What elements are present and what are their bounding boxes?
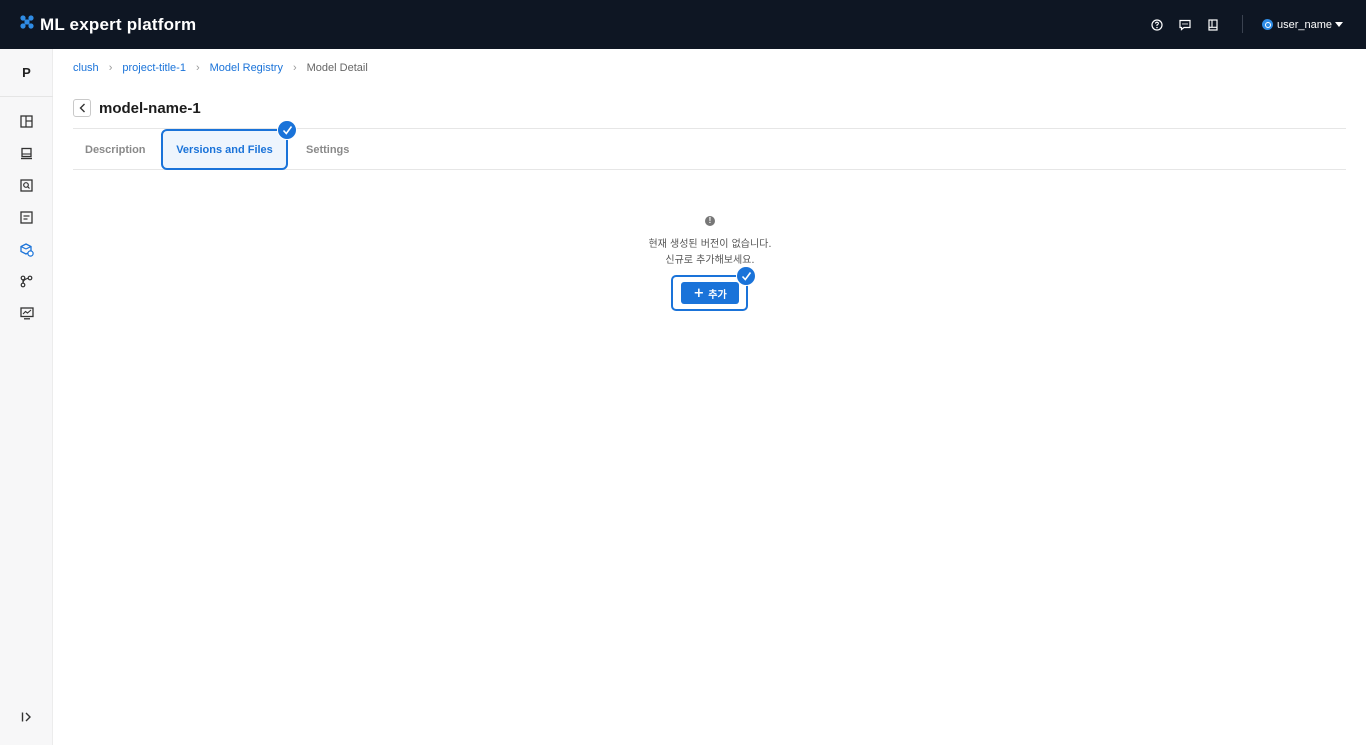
dataset-icon[interactable]	[17, 144, 36, 163]
breadcrumb-item-model-registry[interactable]: Model Registry	[210, 62, 283, 74]
page-title: model-name-1	[99, 99, 201, 117]
empty-message-line2: 신규로 추가해보세요.	[665, 255, 755, 266]
tab-settings[interactable]: Settings	[306, 129, 349, 170]
user-menu[interactable]: user_name	[1262, 0, 1344, 49]
empty-state: ! 현재 생성된 버전이 없습니다. 신규로 추가해보세요.	[560, 216, 860, 269]
chevron-right-icon: ›	[292, 62, 297, 74]
header-divider	[1242, 15, 1243, 33]
pipeline-icon[interactable]	[17, 272, 36, 291]
app-title: ML expert platform	[40, 14, 197, 34]
add-version-button[interactable]: + 추가	[681, 282, 739, 304]
back-button[interactable]	[73, 99, 91, 117]
chevron-left-icon	[79, 103, 85, 113]
breadcrumb-item-project[interactable]: project-title-1	[122, 62, 186, 74]
empty-message-line1: 현재 생성된 버전이 없습니다.	[648, 239, 772, 250]
chevron-right-icon: ›	[195, 62, 200, 74]
header-tools	[1148, 16, 1232, 33]
checkmark-icon	[736, 266, 756, 286]
dashboard-icon[interactable]	[17, 112, 36, 131]
top-bar: ML expert platform user_name	[0, 0, 1366, 49]
expand-sidebar-icon[interactable]	[18, 709, 34, 725]
checkmark-icon	[277, 120, 297, 140]
avatar	[1262, 19, 1273, 30]
help-icon[interactable]	[1148, 16, 1165, 33]
caret-down-icon	[1335, 19, 1344, 31]
book-icon[interactable]	[1204, 16, 1221, 33]
chevron-right-icon: ›	[108, 62, 113, 74]
sidebar: P	[0, 49, 53, 745]
title-row: model-name-1	[73, 99, 201, 117]
report-icon[interactable]	[17, 208, 36, 227]
breadcrumb-item-current: Model Detail	[306, 62, 368, 74]
plus-icon: +	[693, 285, 705, 301]
info-icon: !	[705, 216, 715, 226]
tab-bar: Description Versions and Files Settings	[73, 129, 1346, 170]
user-name: user_name	[1277, 18, 1333, 31]
search-box-icon[interactable]	[17, 176, 36, 195]
model-registry-icon[interactable]	[17, 240, 36, 259]
project-badge[interactable]: P	[0, 49, 53, 97]
chat-icon[interactable]	[1176, 16, 1193, 33]
tab-versions-and-files[interactable]: Versions and Files	[161, 129, 288, 170]
breadcrumb-item-clush[interactable]: clush	[73, 62, 99, 74]
tab-description[interactable]: Description	[85, 129, 146, 170]
logo-icon	[20, 15, 34, 34]
brand[interactable]: ML expert platform	[20, 0, 196, 49]
breadcrumb: clush › project-title-1 › Model Registry…	[73, 62, 368, 74]
monitor-icon[interactable]	[17, 304, 36, 323]
add-button-label: 추가	[708, 289, 727, 301]
